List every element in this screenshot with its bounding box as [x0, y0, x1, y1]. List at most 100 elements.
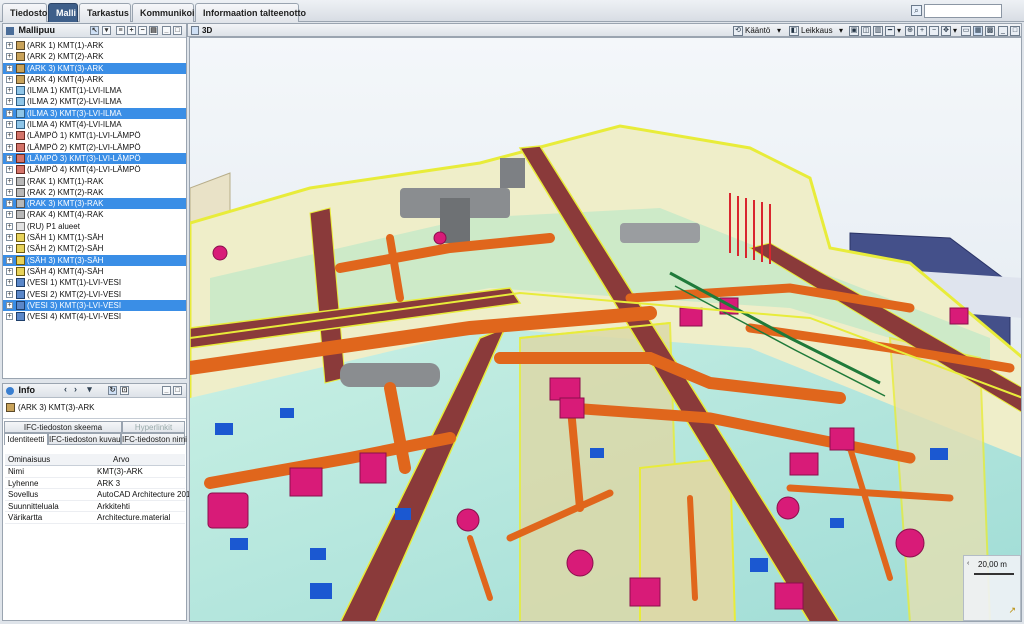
tab-hyperlinks[interactable]: Hyperlinkit: [122, 421, 185, 433]
expand-icon[interactable]: +: [6, 166, 13, 174]
expand-icon[interactable]: +: [6, 98, 13, 106]
section-dropdown-icon[interactable]: ▾: [839, 25, 843, 36]
tree-item[interactable]: + (ILMA 4) KMT(4)-LVI-ILMA: [3, 119, 186, 130]
3d-viewport[interactable]: ‹ 20,00 m ↗: [189, 37, 1022, 622]
expand-icon[interactable]: +: [6, 75, 13, 83]
visibility-icon[interactable]: ◫: [861, 26, 871, 36]
property-row[interactable]: Suunnitteluala Arkkitehti: [5, 501, 185, 512]
tree-item[interactable]: + (LÄMPÖ 4) KMT(4)-LVI-LÄMPÖ: [3, 164, 186, 175]
expand-icon[interactable]: +: [6, 245, 13, 253]
snapshot-icon[interactable]: ▭: [961, 26, 971, 36]
search-icon[interactable]: ⌕: [911, 5, 922, 16]
tree-item[interactable]: + (LÄMPÖ 3) KMT(3)-LVI-LÄMPÖ: [3, 152, 186, 165]
tab-malli[interactable]: Malli: [48, 3, 78, 22]
pan-tool-icon[interactable]: ✥: [941, 26, 951, 36]
expand-all-icon[interactable]: +: [127, 26, 136, 35]
property-row[interactable]: Sovellus AutoCAD Architecture 2012: [5, 489, 195, 501]
refresh-icon[interactable]: ↻: [108, 386, 117, 395]
tool-dropdown-icon[interactable]: ▾: [953, 25, 957, 36]
compass-icon[interactable]: ↗: [1008, 605, 1016, 616]
tree-item[interactable]: + (SÄH 2) KMT(2)-SÄH: [3, 243, 186, 254]
tree-item[interactable]: + (ILMA 1) KMT(1)-LVI-ILMA: [3, 85, 186, 96]
collapse-all-icon[interactable]: −: [138, 26, 147, 35]
tree-item[interactable]: + (RAK 1) KMT(1)-RAK: [3, 176, 186, 187]
tree-item[interactable]: + (ARK 1) KMT(1)-ARK: [3, 40, 186, 51]
expand-icon[interactable]: +: [6, 234, 13, 242]
panel-minimize-icon[interactable]: _: [162, 26, 171, 35]
tree-item[interactable]: + (SÄH 4) KMT(4)-SÄH: [3, 266, 186, 277]
clip-box-icon[interactable]: ▣: [849, 26, 859, 36]
view-minimize-icon[interactable]: _: [998, 26, 1008, 36]
section-icon[interactable]: ◧: [789, 26, 799, 36]
view-maximize-icon[interactable]: □: [1010, 26, 1020, 36]
expand-icon[interactable]: +: [6, 313, 13, 321]
tree-item[interactable]: + (ILMA 2) KMT(2)-LVI-ILMA: [3, 96, 186, 107]
expand-icon[interactable]: +: [6, 42, 13, 49]
tree-item[interactable]: + (VESI 1) KMT(1)-LVI-VESI: [3, 277, 186, 288]
tree-item[interactable]: + (VESI 2) KMT(2)-LVI-VESI: [3, 289, 186, 300]
tree-item[interactable]: + (LÄMPÖ 2) KMT(2)-LVI-LÄMPÖ: [3, 142, 186, 153]
info-maximize-icon[interactable]: □: [173, 386, 182, 395]
expand-icon[interactable]: +: [6, 301, 13, 309]
tree-item[interactable]: + (RU) P1 alueet: [3, 221, 186, 232]
property-row[interactable]: Nimi KMT(3)-ARK: [5, 466, 185, 478]
expand-icon[interactable]: +: [6, 177, 13, 185]
expand-icon[interactable]: +: [6, 87, 13, 95]
tree-item[interactable]: + (VESI 3) KMT(3)-LVI-VESI: [3, 299, 186, 312]
dropdown-arrow-icon[interactable]: ▾: [85, 385, 94, 395]
tree-item[interactable]: + (RAK 3) KMT(3)-RAK: [3, 198, 186, 210]
tab-kommunikointi[interactable]: Kommunikointi: [132, 3, 206, 22]
expand-icon[interactable]: +: [6, 188, 13, 196]
expand-icon[interactable]: +: [6, 200, 13, 208]
search-input[interactable]: [924, 4, 1002, 18]
zoom-out-icon[interactable]: −: [929, 26, 939, 36]
tree-item[interactable]: + (ARK 2) KMT(2)-ARK: [3, 51, 186, 62]
property-row[interactable]: Lyhenne ARK 3: [5, 478, 185, 489]
expand-icon[interactable]: +: [6, 109, 13, 117]
rotate-dropdown-icon[interactable]: ▾: [777, 25, 781, 36]
tree-item[interactable]: + (LÄMPÖ 1) KMT(1)-LVI-LÄMPÖ: [3, 130, 186, 141]
tree-item[interactable]: + (RAK 4) KMT(4)-RAK: [3, 209, 186, 220]
expand-icon[interactable]: +: [6, 222, 13, 230]
expand-icon[interactable]: +: [6, 290, 13, 298]
tab-ifc-filename[interactable]: IFC-tiedoston nimi: [121, 433, 187, 445]
tree-item[interactable]: + (ARK 3) KMT(3)-ARK: [3, 62, 186, 74]
expand-icon[interactable]: +: [6, 256, 13, 264]
tab-ifc-description[interactable]: IFC-tiedoston kuvaus: [48, 433, 125, 445]
tree-item[interactable]: + (VESI 4) KMT(4)-LVI-VESI: [3, 311, 186, 322]
tab-ifc-schema[interactable]: IFC-tiedoston skeema: [4, 421, 122, 433]
tree-item[interactable]: + (SÄH 1) KMT(1)-SÄH: [3, 232, 186, 243]
expand-icon[interactable]: +: [6, 132, 13, 140]
tab-informaation-talteenotto[interactable]: Informaation talteenotto: [195, 3, 306, 22]
expand-icon[interactable]: +: [6, 154, 13, 162]
filter-icon[interactable]: ▾: [102, 26, 111, 35]
property-row[interactable]: Värikartta Architecture.material: [5, 512, 185, 524]
zoom-fit-icon[interactable]: ⊕: [905, 26, 915, 36]
expand-icon[interactable]: +: [6, 279, 13, 287]
pin-icon[interactable]: ⊡: [120, 386, 129, 395]
rotate-icon[interactable]: ⟲: [733, 26, 743, 36]
tab-identity[interactable]: Identiteetti: [4, 433, 48, 445]
line-dropdown-icon[interactable]: ▾: [897, 25, 901, 36]
rotate-label[interactable]: Kääntö: [745, 25, 770, 36]
zoom-in-icon[interactable]: +: [917, 26, 927, 36]
tab-tarkastus[interactable]: Tarkastus: [79, 3, 131, 22]
expand-icon[interactable]: +: [6, 121, 13, 129]
tree-item[interactable]: + (ILMA 3) KMT(3)-LVI-ILMA: [3, 107, 186, 120]
expand-icon[interactable]: +: [6, 211, 13, 219]
expand-icon[interactable]: +: [6, 143, 13, 151]
tree-options-icon[interactable]: ▤: [149, 26, 158, 35]
info-minimize-icon[interactable]: _: [162, 386, 171, 395]
section-label[interactable]: Leikkaus: [801, 25, 833, 36]
expand-icon[interactable]: +: [6, 53, 13, 61]
expand-icon[interactable]: +: [6, 64, 13, 72]
panel-maximize-icon[interactable]: □: [173, 26, 182, 35]
tree-item[interactable]: + (RAK 2) KMT(2)-RAK: [3, 187, 186, 198]
grid-icon[interactable]: ▩: [985, 26, 995, 36]
layers-icon[interactable]: ≡: [116, 26, 125, 35]
select-tool-icon[interactable]: ↖: [90, 26, 99, 35]
line-style-icon[interactable]: ━: [885, 26, 895, 36]
tree-item[interactable]: + (ARK 4) KMT(4)-ARK: [3, 74, 186, 85]
forward-arrow-icon[interactable]: ›: [71, 385, 80, 395]
tree-item[interactable]: + (SÄH 3) KMT(3)-SÄH: [3, 254, 186, 266]
